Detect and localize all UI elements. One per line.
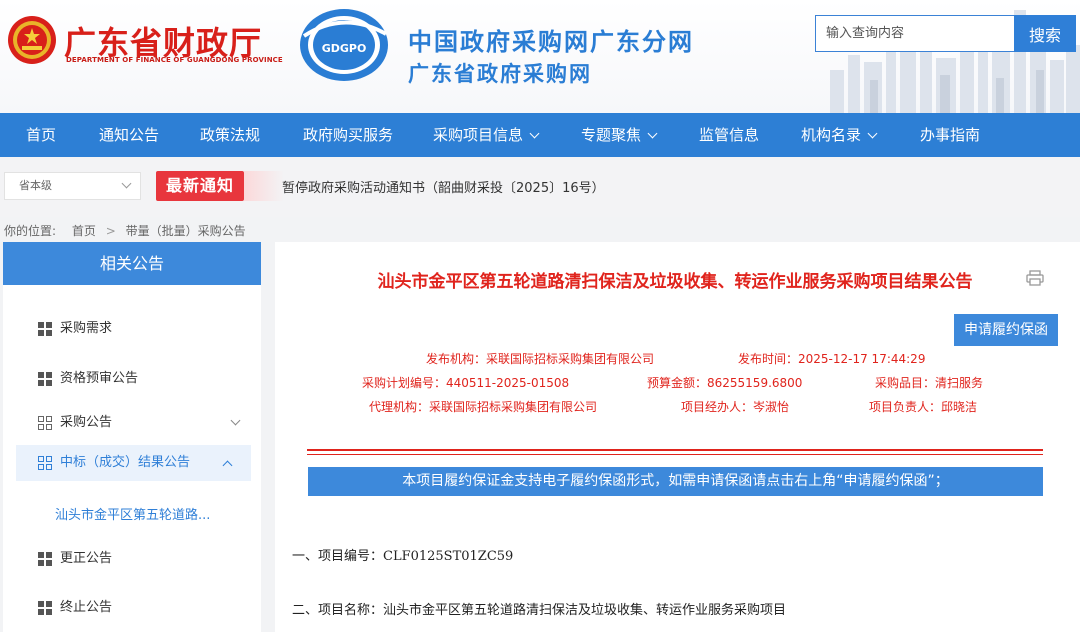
sidebar-item-termination[interactable]: 终止公告 [3, 590, 261, 626]
sidebar-item-award-results[interactable]: 中标（成交）结果公告 [16, 445, 251, 481]
meta-agency: 代理机构：采联国际招标采购集团有限公司 [369, 400, 598, 414]
sidebar-item-label: 终止公告 [60, 600, 113, 615]
meta-category: 采购品目：清扫服务 [875, 376, 984, 390]
breadcrumb-separator: > [105, 224, 116, 238]
meta-budget: 预算金额：86255159.6800 [647, 376, 803, 390]
chevron-down-icon [121, 178, 132, 189]
badge-fade [244, 171, 284, 201]
nav-item-home[interactable]: 首页 [26, 113, 56, 157]
national-emblem-icon [8, 16, 56, 64]
chevron-down-icon [230, 415, 241, 426]
sidebar-item-label: 中标（成交）结果公告 [60, 455, 191, 470]
sidebar-title: 相关公告 [3, 242, 261, 285]
site-subtitle: 广东省政府采购网 [408, 62, 592, 86]
article-panel: 汕头市金平区第五轮道路清扫保洁及垃圾收集、转运作业服务采购项目结果公告 申请履约… [275, 242, 1080, 632]
meta-manager: 项目经办人：岑淑怡 [681, 400, 790, 414]
sidebar-item-procurement-notice[interactable]: 采购公告 [3, 405, 261, 441]
print-icon[interactable] [1026, 270, 1044, 286]
sidebar-item-label: 更正公告 [60, 551, 113, 566]
site-title: 中国政府采购网广东分网 [408, 28, 694, 56]
sidebar-subitem-current-project[interactable]: 汕头市金平区第五轮道路... [55, 504, 210, 523]
grid-filled-icon [38, 552, 53, 567]
sidebar-item-requirements[interactable]: 采购需求 [3, 311, 261, 347]
chevron-up-icon [222, 460, 233, 471]
project-number-line: 一、项目编号：CLF0125ST01ZC59 [292, 549, 514, 564]
nav-item-guide[interactable]: 办事指南 [920, 113, 980, 157]
level-select-value: 省本级 [19, 179, 52, 192]
nav-item-special-topics[interactable]: 专题聚焦 [581, 113, 658, 157]
guarantee-tip-bar: 本项目履约保证金支持电子履约保函形式，如需申请保函请点击右上角“申请履约保函”； [308, 467, 1043, 496]
site-header: 广东省财政厅 DEPARTMENT OF FINANCE OF GUANGDON… [0, 0, 1080, 113]
sidebar: 相关公告 采购需求 资格预审公告 采购公告 中标（成交）结果公告 汕头市金平区第… [3, 242, 261, 632]
nav-item-policies[interactable]: 政策法规 [200, 113, 260, 157]
main-nav: 首页 通知公告 政策法规 政府购买服务 采购项目信息 专题聚焦 监管信息 机构名… [0, 113, 1080, 157]
nav-item-directory[interactable]: 机构名录 [801, 113, 878, 157]
latest-notice-link[interactable]: 暂停政府采购活动通知书（韶曲财采投〔2025〕16号） [282, 177, 605, 196]
chevron-down-icon [529, 128, 540, 139]
grid-outline-icon [38, 456, 53, 471]
grid-filled-icon [38, 322, 53, 337]
grid-filled-icon [38, 372, 53, 387]
article-title: 汕头市金平区第五轮道路清扫保洁及垃圾收集、转运作业服务采购项目结果公告 [377, 272, 973, 292]
sidebar-item-corrections[interactable]: 更正公告 [3, 541, 261, 577]
breadcrumb: 你的位置: 首页 > 带量（批量）采购公告 [4, 222, 246, 239]
sidebar-item-label: 采购需求 [60, 321, 113, 336]
chevron-down-icon [647, 128, 658, 139]
gdgpo-logo: GDGPO [300, 9, 388, 81]
nav-item-notices[interactable]: 通知公告 [99, 113, 159, 157]
nav-item-gov-services[interactable]: 政府购买服务 [303, 113, 393, 157]
sidebar-item-prequalification[interactable]: 资格预审公告 [3, 361, 261, 397]
search-input[interactable] [815, 15, 1015, 52]
notice-bar: 省本级 最新通知 暂停政府采购活动通知书（韶曲财采投〔2025〕16号） [0, 157, 1080, 217]
breadcrumb-current[interactable]: 带量（批量）采购公告 [126, 224, 246, 238]
logo-text: GDGPO [322, 42, 367, 55]
grid-outline-icon [38, 416, 53, 431]
search-button[interactable]: 搜索 [1014, 15, 1076, 52]
meta-leader: 项目负责人：邱晓洁 [869, 400, 978, 414]
chevron-down-icon [867, 128, 878, 139]
sidebar-item-label: 资格预审公告 [60, 371, 139, 386]
meta-publish-time: 发布时间：2025-12-17 17:44:29 [738, 352, 926, 366]
apply-guarantee-button[interactable]: 申请履约保函 [954, 314, 1058, 346]
grid-filled-icon [38, 601, 53, 616]
meta-plan-number: 采购计划编号：440511-2025-01508 [362, 376, 570, 390]
meta-publisher: 发布机构：采联国际招标采购集团有限公司 [426, 352, 655, 366]
level-select[interactable]: 省本级 [4, 172, 141, 200]
latest-notice-badge: 最新通知 [156, 171, 244, 201]
project-name-line: 二、项目名称：汕头市金平区第五轮道路清扫保洁及垃圾收集、转运作业服务采购项目 [292, 603, 787, 618]
breadcrumb-home[interactable]: 首页 [72, 224, 96, 238]
sidebar-item-label: 采购公告 [60, 415, 113, 430]
department-name-en: DEPARTMENT OF FINANCE OF GUANGDONG PROVI… [66, 56, 283, 64]
title-divider [307, 449, 1043, 455]
nav-item-procurement-info[interactable]: 采购项目信息 [433, 113, 540, 157]
nav-item-supervision[interactable]: 监管信息 [699, 113, 759, 157]
breadcrumb-prefix: 你的位置: [4, 224, 57, 238]
